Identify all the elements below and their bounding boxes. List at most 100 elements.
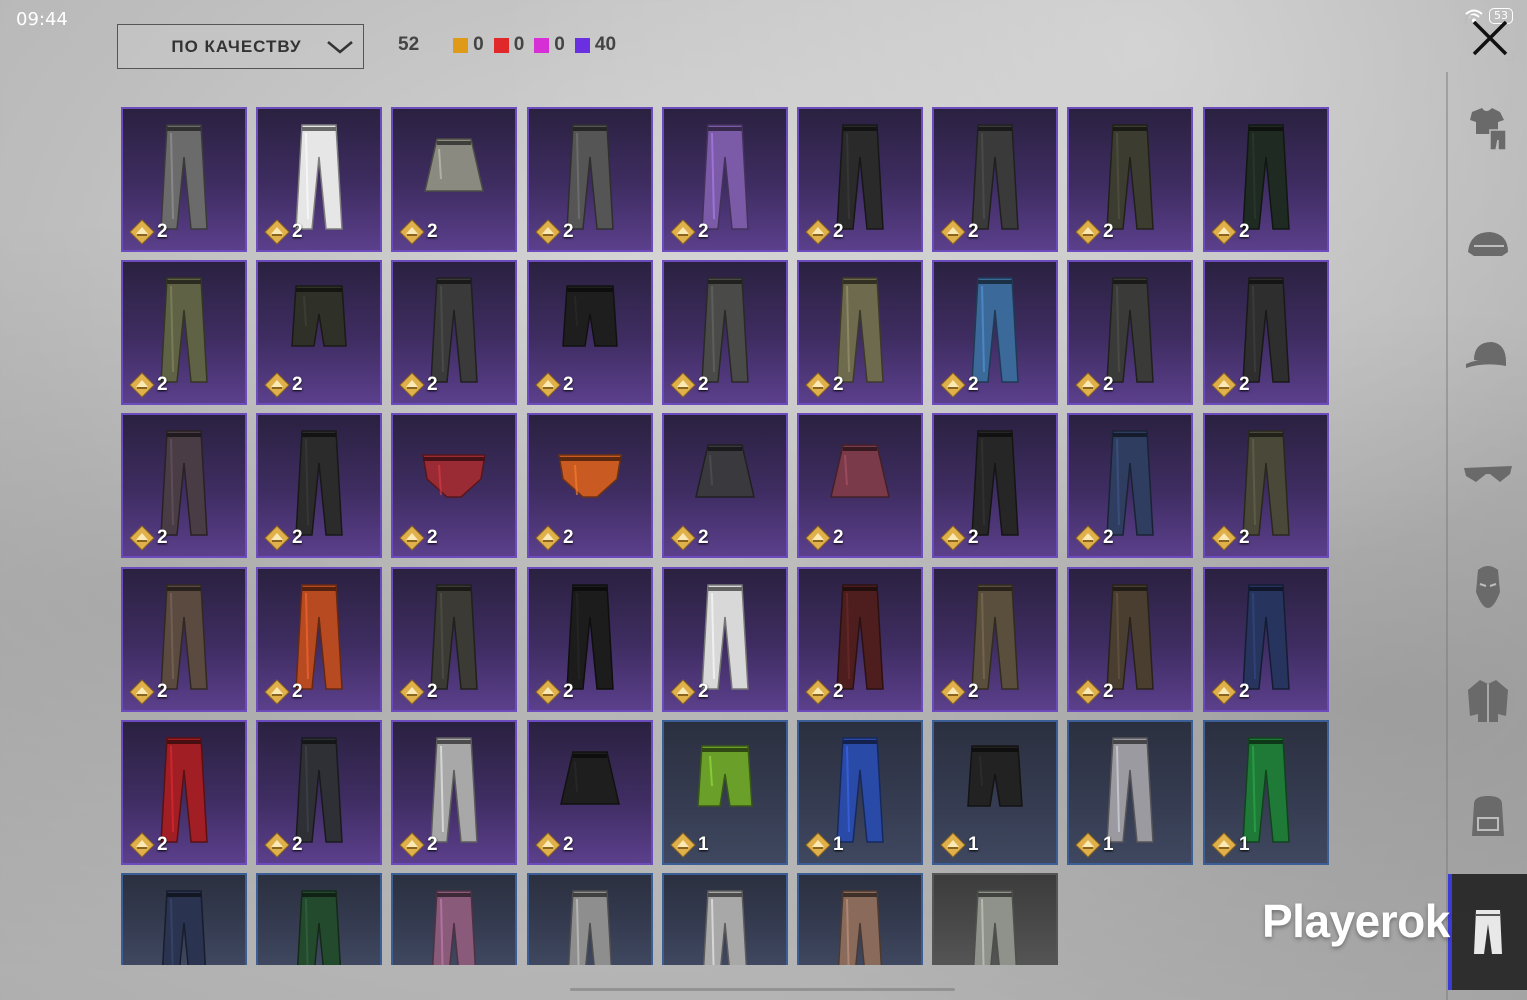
inventory-item-11[interactable]: 2 [256, 260, 382, 405]
item-quantity: 2 [292, 527, 303, 548]
rail-backpack-button[interactable] [1462, 790, 1514, 842]
pants-icon [971, 430, 1019, 536]
inventory-item-1[interactable]: 2 [121, 107, 247, 252]
pants-icon [431, 890, 477, 965]
rail-mask-button[interactable] [1462, 560, 1514, 612]
inventory-item-51[interactable] [797, 873, 923, 965]
inventory-item-18[interactable]: 2 [1203, 260, 1329, 405]
inventory-item-23[interactable]: 2 [662, 413, 788, 558]
inventory-item-13[interactable]: 2 [527, 260, 653, 405]
pants-icon [836, 124, 884, 230]
item-quantity: 2 [1103, 527, 1114, 548]
item-count-badge: 2 [670, 219, 709, 245]
item-count-badge: 2 [940, 372, 979, 398]
item-count-badge: 1 [1075, 832, 1114, 858]
inventory-item-2[interactable]: 2 [256, 107, 382, 252]
pants-icon [160, 430, 208, 536]
rail-jacket-button[interactable] [1462, 674, 1514, 726]
rail-glasses-button[interactable] [1462, 448, 1514, 500]
inventory-item-27[interactable]: 2 [1203, 413, 1329, 558]
inventory-item-5[interactable]: 2 [662, 107, 788, 252]
inventory-item-26[interactable]: 2 [1067, 413, 1193, 558]
inventory-item-41[interactable]: 1 [662, 720, 788, 865]
item-quantity: 2 [427, 681, 438, 702]
rail-shirt-button[interactable] [1462, 102, 1514, 154]
shorts-icon [697, 745, 753, 807]
sort-dropdown[interactable]: ПО КАЧЕСТВУ [117, 24, 364, 69]
pants-icon [566, 124, 614, 230]
inventory-item-22[interactable]: 2 [527, 413, 653, 558]
item-count-badge: 2 [264, 219, 303, 245]
inventory-item-49[interactable] [527, 873, 653, 965]
item-quantity: 2 [698, 374, 709, 395]
scroll-indicator[interactable] [570, 988, 955, 991]
inventory-item-35[interactable]: 2 [1067, 567, 1193, 712]
inventory-item-33[interactable]: 2 [797, 567, 923, 712]
inventory-item-34[interactable]: 2 [932, 567, 1058, 712]
upgrade-diamond-icon [264, 219, 290, 245]
inventory-item-17[interactable]: 2 [1067, 260, 1193, 405]
inventory-item-16[interactable]: 2 [932, 260, 1058, 405]
inventory-item-14[interactable]: 2 [662, 260, 788, 405]
tier-count-value: 0 [513, 34, 525, 55]
inventory-item-40[interactable]: 2 [527, 720, 653, 865]
inventory-item-8[interactable]: 2 [1067, 107, 1193, 252]
inventory-item-12[interactable]: 2 [391, 260, 517, 405]
skirt-icon [560, 751, 620, 805]
inventory-item-6[interactable]: 2 [797, 107, 923, 252]
rail-helmet-button[interactable] [1462, 220, 1514, 272]
item-count-badge: 2 [399, 525, 438, 551]
pants-icon [295, 124, 343, 230]
inventory-item-37[interactable]: 2 [121, 720, 247, 865]
pants-icon [836, 737, 884, 843]
inventory-item-21[interactable]: 2 [391, 413, 517, 558]
close-button[interactable] [1464, 14, 1516, 62]
inventory-item-50[interactable] [662, 873, 788, 965]
item-count-badge: 2 [535, 679, 574, 705]
inventory-item-7[interactable]: 2 [932, 107, 1058, 252]
backpack-icon [1472, 796, 1504, 836]
upgrade-diamond-icon [399, 832, 425, 858]
item-count-badge: 2 [1211, 525, 1250, 551]
inventory-item-24[interactable]: 2 [797, 413, 923, 558]
inventory-item-48[interactable] [391, 873, 517, 965]
inventory-item-25[interactable]: 2 [932, 413, 1058, 558]
item-count-badge: 1 [940, 832, 979, 858]
pants-icon [971, 584, 1019, 690]
pants-icon [1106, 124, 1154, 230]
inventory-item-47[interactable] [256, 873, 382, 965]
inventory-item-45[interactable]: 1 [1203, 720, 1329, 865]
inventory-item-4[interactable]: 2 [527, 107, 653, 252]
inventory-item-38[interactable]: 2 [256, 720, 382, 865]
inventory-item-43[interactable]: 1 [932, 720, 1058, 865]
inventory-item-15[interactable]: 2 [797, 260, 923, 405]
inventory-item-10[interactable]: 2 [121, 260, 247, 405]
rail-cap-button[interactable] [1462, 330, 1514, 382]
inventory-item-31[interactable]: 2 [527, 567, 653, 712]
upgrade-diamond-icon [399, 219, 425, 245]
inventory-item-29[interactable]: 2 [256, 567, 382, 712]
pants-icon [1242, 430, 1290, 536]
inventory-item-36[interactable]: 2 [1203, 567, 1329, 712]
inventory-item-9[interactable]: 2 [1203, 107, 1329, 252]
inventory-item-52[interactable] [932, 873, 1058, 965]
rail-pants-button[interactable] [1462, 906, 1514, 958]
pants-icon [1242, 584, 1290, 690]
inventory-item-28[interactable]: 2 [121, 567, 247, 712]
item-count-badge: 2 [805, 525, 844, 551]
inventory-item-39[interactable]: 2 [391, 720, 517, 865]
inventory-item-3[interactable]: 2 [391, 107, 517, 252]
inventory-item-20[interactable]: 2 [256, 413, 382, 558]
inventory-item-19[interactable]: 2 [121, 413, 247, 558]
item-quantity: 2 [427, 374, 438, 395]
inventory-item-46[interactable] [121, 873, 247, 965]
pants-icon [296, 890, 342, 965]
item-count-badge: 2 [129, 679, 168, 705]
pants-icon [567, 890, 613, 965]
tier-count-red: 0 [493, 34, 525, 56]
item-count-badge: 1 [1211, 832, 1250, 858]
inventory-item-32[interactable]: 2 [662, 567, 788, 712]
inventory-item-30[interactable]: 2 [391, 567, 517, 712]
inventory-item-44[interactable]: 1 [1067, 720, 1193, 865]
inventory-item-42[interactable]: 1 [797, 720, 923, 865]
